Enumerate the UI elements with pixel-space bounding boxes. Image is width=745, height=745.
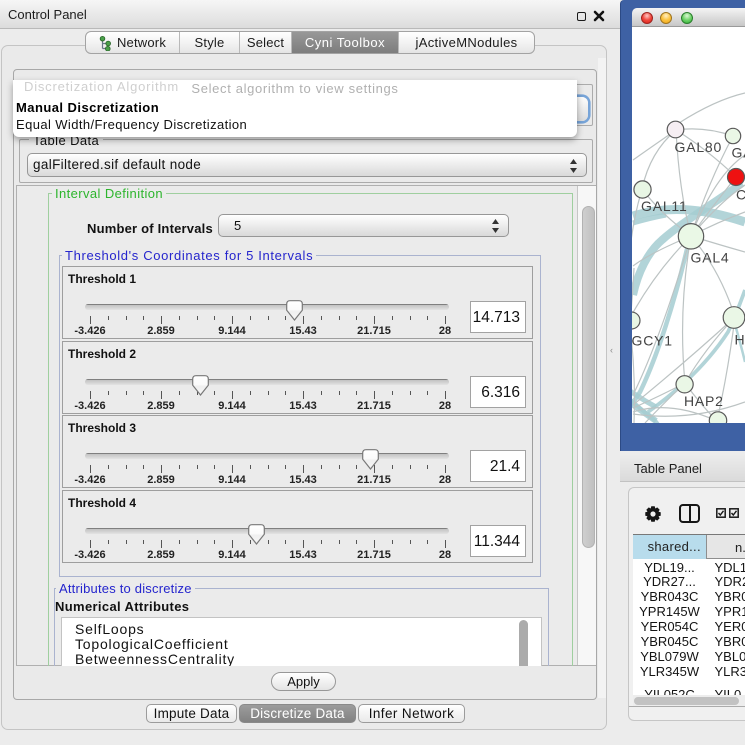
svg-text:GAL: GAL (732, 145, 745, 161)
svg-text:GAL80: GAL80 (675, 139, 723, 155)
svg-text:H: H (735, 332, 745, 348)
svg-text:C: C (736, 187, 745, 203)
svg-text:GAL4: GAL4 (691, 250, 730, 266)
svg-text:GCY1: GCY1 (632, 333, 673, 349)
svg-text:GAL11: GAL11 (641, 198, 688, 214)
svg-text:HAP2: HAP2 (684, 393, 724, 409)
